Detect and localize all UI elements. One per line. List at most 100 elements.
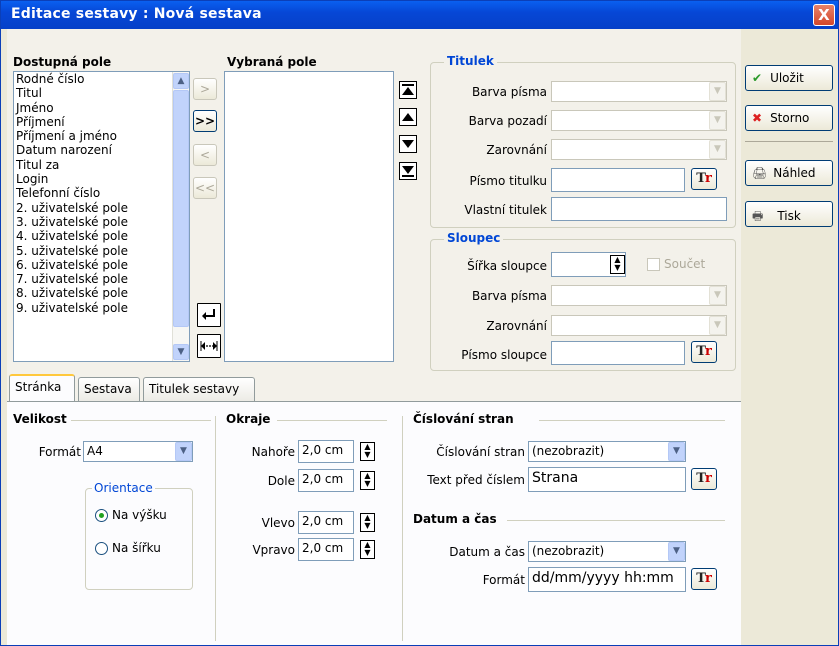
divider	[402, 416, 403, 641]
title-font-field[interactable]	[551, 168, 685, 192]
remove-field-button[interactable]: <	[193, 144, 217, 166]
list-item[interactable]: 2. uživatelské pole	[14, 201, 189, 215]
margins-section-title: Okraje	[226, 412, 271, 426]
list-item[interactable]: 7. uživatelské pole	[14, 272, 189, 286]
font-icon: Tr	[696, 344, 712, 359]
column-font-button[interactable]: Tr	[691, 341, 717, 363]
font-icon: Tr	[696, 171, 712, 186]
remove-all-fields-button[interactable]: <<	[193, 177, 217, 199]
list-item[interactable]: Titul za	[14, 158, 189, 172]
page-tab-panel: Velikost Formát A4 ▼ Orientace Na výšku …	[7, 401, 741, 645]
title-font-button[interactable]: Tr	[691, 168, 717, 190]
move-top-button[interactable]	[399, 81, 417, 99]
tab-page[interactable]: Stránka	[9, 374, 75, 401]
add-field-button[interactable]: >	[193, 78, 217, 100]
margin-right-spinner[interactable]: ▲ ▼	[360, 540, 375, 559]
list-item[interactable]: 9. uživatelské pole	[14, 301, 189, 315]
list-item[interactable]: Login	[14, 172, 189, 186]
list-item[interactable]: Příjmení	[14, 115, 189, 129]
datetime-label: Datum a čas	[449, 545, 525, 559]
portrait-label: Na výšku	[112, 508, 167, 522]
margin-top-input[interactable]: 2,0 cm	[298, 440, 354, 463]
available-fields-list[interactable]: Rodné číslo Titul Jméno Příjmení Příjmení a …	[13, 71, 190, 362]
move-down-button[interactable]	[399, 135, 417, 153]
print-label: Tisk	[777, 209, 801, 223]
numbering-select[interactable]: (nezobrazit) ▼	[528, 441, 686, 462]
text-before-value: Strana	[532, 470, 579, 486]
margin-bottom-spinner[interactable]: ▲ ▼	[360, 471, 375, 490]
margin-right-value: 2,0 cm	[302, 541, 344, 555]
list-item[interactable]: Jméno	[14, 101, 189, 115]
custom-title-input[interactable]	[551, 197, 727, 221]
format-label: Formát	[38, 445, 81, 459]
add-all-fields-button[interactable]: >>	[193, 110, 217, 132]
main-panel: Dostupná pole Rodné číslo Titul Jméno Příjm…	[7, 29, 741, 645]
margin-left-value: 2,0 cm	[302, 514, 344, 528]
text-before-input[interactable]: Strana	[528, 467, 686, 492]
move-up-icon	[402, 113, 414, 121]
move-bottom-button[interactable]	[399, 162, 417, 180]
available-fields-scrollbar[interactable]: ▲ ▼	[172, 72, 189, 361]
datetime-section-title: Datum a čas	[413, 512, 497, 526]
column-width-spinner[interactable]: ▲ ▼	[610, 255, 625, 274]
format-select[interactable]: A4 ▼	[83, 441, 193, 462]
cancel-button[interactable]: ✖ Storno	[745, 105, 833, 131]
divider	[507, 520, 725, 521]
list-item[interactable]: Telefonní číslo	[14, 186, 189, 200]
list-item[interactable]: Titul	[14, 86, 189, 100]
column-align-select[interactable]: ▼	[551, 315, 727, 336]
title-align-select[interactable]: ▼	[551, 139, 727, 160]
margin-bottom-input[interactable]: 2,0 cm	[298, 469, 354, 492]
title-font-color-select[interactable]: ▼	[551, 81, 727, 102]
list-item[interactable]: Příjmení a jméno	[14, 129, 189, 143]
list-item[interactable]: 3. uživatelské pole	[14, 215, 189, 229]
datetime-format-input[interactable]: dd/mm/yyyy hh:mm	[528, 567, 686, 592]
datetime-select[interactable]: (nezobrazit) ▼	[528, 541, 686, 562]
dialog-window: Editace sestavy : Nová sestava X Dostupn…	[0, 0, 839, 646]
tab-report-title[interactable]: Titulek sestavy	[143, 377, 255, 401]
list-item[interactable]: Rodné číslo	[14, 72, 189, 86]
tab-report[interactable]: Sestava	[78, 377, 140, 401]
list-item[interactable]: Datum narození	[14, 143, 189, 157]
chevron-down-icon: ▼	[709, 82, 726, 101]
divider	[71, 420, 211, 421]
list-item[interactable]: 8. uživatelské pole	[14, 286, 189, 300]
chevron-down-icon: ▼	[668, 542, 685, 561]
numbering-font-button[interactable]: Tr	[691, 468, 717, 490]
title-group-label: Titulek	[444, 54, 497, 68]
scroll-thumb[interactable]	[173, 90, 189, 327]
column-align-label: Zarovnání	[486, 319, 547, 333]
datetime-font-button[interactable]: Tr	[691, 568, 717, 590]
list-item[interactable]: 4. uživatelské pole	[14, 229, 189, 243]
window-title: Editace sestavy : Nová sestava	[11, 6, 262, 22]
title-align-label: Zarovnání	[486, 143, 547, 157]
margin-left-spinner[interactable]: ▲ ▼	[360, 513, 375, 532]
scroll-down-icon[interactable]: ▼	[173, 344, 189, 360]
margin-top-spinner[interactable]: ▲ ▼	[360, 442, 375, 461]
close-button[interactable]: X	[813, 4, 835, 26]
margin-left-input[interactable]: 2,0 cm	[298, 511, 354, 534]
selected-fields-list[interactable]	[224, 71, 394, 362]
print-button[interactable]: 🖶 Tisk	[745, 201, 833, 227]
numbering-section-title: Číslování stran	[413, 412, 514, 426]
portrait-radio[interactable]	[95, 509, 108, 522]
list-item[interactable]: 5. uživatelské pole	[14, 244, 189, 258]
margin-bottom-label: Dole	[267, 474, 295, 488]
column-font-field[interactable]	[551, 341, 685, 365]
margin-right-input[interactable]: 2,0 cm	[298, 538, 354, 561]
expand-width-button[interactable]	[197, 334, 221, 358]
size-section-title: Velikost	[13, 412, 67, 426]
scroll-up-icon[interactable]: ▲	[173, 73, 189, 89]
printer-icon: 🖶	[752, 209, 764, 223]
enter-field-button[interactable]	[197, 303, 221, 327]
save-button[interactable]: ✔ Uložit	[745, 65, 833, 91]
title-bg-color-select[interactable]: ▼	[551, 110, 727, 131]
sum-checkbox[interactable]	[647, 258, 660, 271]
column-font-color-select[interactable]: ▼	[551, 285, 727, 306]
move-up-button[interactable]	[399, 108, 417, 126]
custom-title-label: Vlastní titulek	[464, 203, 547, 217]
margin-top-label: Nahoře	[251, 445, 295, 459]
landscape-radio[interactable]	[95, 542, 108, 555]
list-item[interactable]: 6. uživatelské pole	[14, 258, 189, 272]
preview-button[interactable]: 🖨 Náhled	[745, 160, 833, 186]
